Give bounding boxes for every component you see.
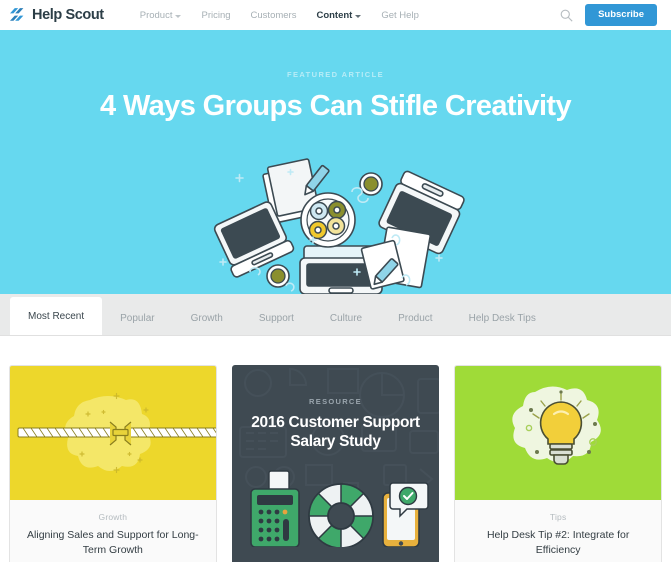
card-eyebrow: RESOURCE — [309, 397, 362, 406]
helpscout-logo[interactable]: Help Scout — [10, 7, 104, 23]
card-body: Growth Aligning Sales and Support for Lo… — [10, 500, 216, 562]
tab-label: Product — [398, 312, 433, 324]
card-media — [455, 366, 662, 500]
tab-label: Popular — [120, 312, 155, 324]
nav-link-product[interactable]: Product — [130, 10, 192, 21]
chevron-down-icon — [175, 14, 182, 18]
nav-link-label: Product — [139, 9, 173, 21]
article-card-tips[interactable]: Tips Help Desk Tip #2: Integrate for Eff… — [454, 365, 663, 562]
desk-laptops-donuts-coffee-illustration — [213, 158, 465, 294]
nav-link-customers[interactable]: Customers — [241, 10, 307, 21]
article-card-resource[interactable]: RESOURCE 2016 Customer Support Salary St… — [231, 365, 440, 562]
nav-link-label: Customers — [250, 9, 297, 21]
article-card-growth[interactable]: Growth Aligning Sales and Support for Lo… — [9, 365, 217, 562]
nav-right-group: Subscribe — [560, 4, 657, 26]
chevron-down-icon — [355, 14, 362, 18]
tab-help-desk-tips[interactable]: Help Desk Tips — [451, 301, 554, 335]
helpscout-logo-icon — [10, 7, 24, 21]
nav-link-content[interactable]: Content — [306, 10, 371, 21]
category-tab-bar: Most Recent Popular Growth Support Cultu… — [0, 294, 671, 336]
card-title: Help Desk Tip #2: Integrate for Efficien… — [486, 529, 630, 557]
tab-label: Culture — [329, 312, 363, 324]
card-category: Growth — [98, 512, 128, 522]
search-icon[interactable] — [560, 9, 573, 22]
tab-label: Help Desk Tips — [468, 312, 536, 324]
tab-label: Most Recent — [28, 310, 85, 322]
card-media — [10, 366, 216, 500]
primary-nav-links: Product Pricing Customers Content Get He… — [130, 10, 429, 21]
tab-popular[interactable]: Popular — [102, 301, 172, 335]
nav-link-label: Get Help — [381, 9, 419, 21]
nav-link-pricing[interactable]: Pricing — [191, 10, 240, 21]
card-title: Aligning Sales and Support for Long-Term… — [27, 529, 199, 557]
card-category: Tips — [549, 512, 567, 522]
tab-culture[interactable]: Culture — [312, 301, 380, 335]
tab-label: Support — [258, 312, 294, 324]
nav-link-get-help[interactable]: Get Help — [371, 10, 429, 21]
hero-featured-article[interactable]: FEATURED ARTICLE 4 Ways Groups Can Stifl… — [0, 30, 671, 294]
nav-link-label: Pricing — [201, 9, 231, 21]
tab-support[interactable]: Support — [241, 301, 312, 335]
tab-label: Growth — [190, 312, 223, 324]
nav-link-label: Content — [316, 9, 353, 21]
rope-turnbuckle-illustration — [17, 392, 216, 474]
tab-growth[interactable]: Growth — [173, 301, 241, 335]
calculator-lifering-phone-illustration — [249, 470, 429, 547]
tab-most-recent[interactable]: Most Recent — [10, 297, 103, 335]
card-title: 2016 Customer Support Salary Study — [251, 414, 420, 451]
hero-title: 4 Ways Groups Can Stifle Creativity — [99, 90, 572, 122]
article-card-grid: Growth Aligning Sales and Support for Lo… — [0, 336, 671, 562]
lightbulb-illustration — [512, 386, 602, 465]
tab-product[interactable]: Product — [380, 301, 450, 335]
hero-eyebrow: FEATURED ARTICLE — [287, 70, 384, 79]
card-body: Tips Help Desk Tip #2: Integrate for Eff… — [455, 500, 661, 562]
top-navigation-bar: Help Scout Product Pricing Customers Con… — [0, 0, 671, 30]
card-media: RESOURCE 2016 Customer Support Salary St… — [232, 365, 440, 547]
logo-text: Help Scout — [32, 7, 104, 23]
subscribe-button[interactable]: Subscribe — [585, 4, 657, 26]
